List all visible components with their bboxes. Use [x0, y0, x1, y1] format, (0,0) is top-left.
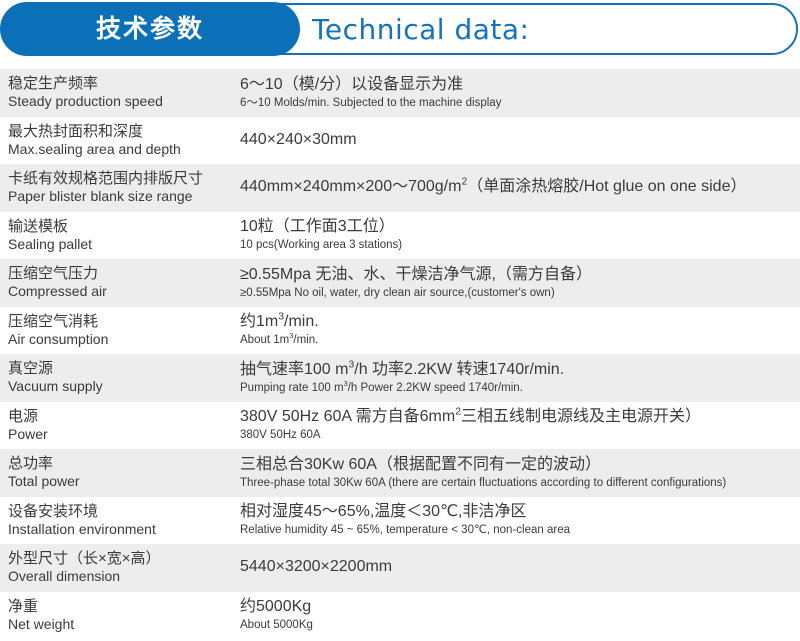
spec-label-cell: 净重 Net weight: [0, 597, 232, 634]
spec-label-cn: 真空源: [8, 360, 54, 378]
spec-value-cell: 三相总合30Kw 60A（根据配置不同有一定的波动） Three-phase to…: [232, 455, 800, 491]
spec-value-cn: 440mm×240mm×200～700g/m2（单面涂热熔胶/Hot glue …: [240, 177, 747, 196]
spec-label-en: Vacuum supply: [8, 378, 103, 395]
spec-label-cell: 电源 Power: [0, 407, 232, 444]
technical-data-header: 技术参数 Technical data:: [0, 0, 800, 58]
spec-value-cn: 约5000Kg: [240, 598, 312, 616]
spec-value-cell: ≥0.55Mpa 无油、水、干燥洁净气源,（需方自备） ≥0.55Mpa No o…: [232, 265, 800, 301]
spec-label-cell: 设备安装环境 Installation environment: [0, 502, 232, 539]
specifications-table: 稳定生产频率 Steady production speed 6～10（模/分）以设…: [0, 69, 800, 639]
spec-value-cn: 三相总合30Kw 60A（根据配置不同有一定的波动）: [240, 455, 601, 473]
table-row: 输送模板 Sealing pallet 10粒（工作面3工位） 10 pcs(Work…: [0, 211, 800, 259]
spec-label-cell: 稳定生产频率 Steady production speed: [0, 74, 232, 111]
table-row: 最大热封面积和深度 Max.sealing area and depth 440×2…: [0, 116, 800, 164]
spec-label-cn: 压缩空气压力: [8, 265, 99, 283]
table-row: 压缩空气压力 Compressed air ≥0.55Mpa 无油、水、干燥洁净气源…: [0, 259, 800, 307]
spec-value-cn: 5440×3200×2200mm: [240, 558, 393, 576]
spec-value-cell: 10粒（工作面3工位） 10 pcs(Working area 3 station…: [232, 217, 800, 253]
spec-value-cell: 相对湿度45～65%,温度＜30℃,非洁净区 Relative humidity …: [232, 502, 800, 538]
spec-label-cn: 输送模板: [8, 217, 69, 235]
spec-label-en: Net weight: [8, 615, 75, 632]
spec-value-cell: 约5000Kg About 5000Kg: [232, 597, 800, 633]
spec-label-cn: 设备安装环境: [8, 502, 99, 520]
spec-label-cell: 真空源 Vacuum supply: [0, 359, 232, 396]
spec-value-en: About 5000Kg: [240, 619, 313, 632]
spec-label-en: Compressed air: [8, 283, 107, 300]
spec-value-cn: 440×240×30mm: [240, 130, 357, 148]
spec-label-en: Installation environment: [8, 520, 156, 537]
spec-value-cell: 6～10（模/分）以设备显示为准 6～10 Molds/min. Subjecte…: [232, 75, 800, 111]
spec-value-cell: 5440×3200×2200mm: [232, 557, 800, 578]
table-row: 卡纸有效规格范围内排版尺寸 Paper blister blank size ra…: [0, 164, 800, 212]
table-row: 设备安装环境 Installation environment 相对湿度45～65%…: [0, 496, 800, 544]
spec-label-en: Total power: [8, 473, 80, 490]
spec-label-en: Overall dimension: [8, 568, 121, 585]
spec-label-en: Sealing pallet: [8, 235, 93, 252]
spec-label-cell: 卡纸有效规格范围内排版尺寸 Paper blister blank size ra…: [0, 169, 232, 206]
spec-value-cell: 380V 50Hz 60A 需方自备6mm2三相五线制电源线及主电源开关） 380…: [232, 407, 800, 443]
spec-label-cn: 卡纸有效规格范围内排版尺寸: [8, 170, 204, 188]
spec-value-en: Relative humidity 45 ~ 65%, temperature …: [240, 524, 570, 537]
spec-label-cell: 总功率 Total power: [0, 454, 232, 491]
spec-label-cn: 最大热封面积和深度: [8, 122, 144, 140]
spec-value-cn: 380V 50Hz 60A 需方自备6mm2三相五线制电源线及主电源开关）: [240, 407, 701, 426]
spec-label-cn: 净重: [8, 597, 39, 615]
spec-value-cn: 约1m3/min.: [240, 312, 319, 331]
spec-value-cn: 10粒（工作面3工位）: [240, 218, 395, 236]
spec-value-en: ≥0.55Mpa No oil, water, dry clean air so…: [240, 286, 555, 299]
spec-value-en: Pumping rate 100 m3/h Power 2.2KW speed …: [240, 378, 523, 394]
spec-label-cell: 压缩空气压力 Compressed air: [0, 264, 232, 301]
spec-value-cn: 抽气速率100 m3/h 功率2.2KW 转速1740r/min.: [240, 359, 565, 378]
spec-label-cn: 电源: [8, 407, 39, 425]
spec-value-cn: 6～10（模/分）以设备显示为准: [240, 75, 464, 93]
spec-label-en: Power: [8, 425, 48, 442]
table-row: 压缩空气消耗 Air consumption 约1m3/min. About 1m3/…: [0, 306, 800, 354]
spec-label-cn: 总功率: [8, 455, 54, 473]
spec-value-cn: ≥0.55Mpa 无油、水、干燥洁净气源,（需方自备）: [240, 265, 592, 283]
spec-label-en: Paper blister blank size range: [8, 188, 193, 205]
spec-value-en: 10 pcs(Working area 3 stations): [240, 239, 403, 252]
spec-label-cn: 稳定生产频率: [8, 75, 99, 93]
table-row: 稳定生产频率 Steady production speed 6～10（模/分）以设…: [0, 69, 800, 117]
spec-value-en: Three-phase total 30Kw 60A (there are ce…: [240, 476, 727, 489]
page-title: Technical data:: [312, 12, 530, 46]
table-row: 总功率 Total power 三相总合30Kw 60A（根据配置不同有一定的波动）…: [0, 449, 800, 497]
spec-value-en: 380V 50Hz 60A: [240, 429, 321, 442]
spec-label-cell: 压缩空气消耗 Air consumption: [0, 312, 232, 349]
spec-label-cell: 外型尺寸（长×宽×高） Overall dimension: [0, 549, 232, 586]
spec-value-cell: 440mm×240mm×200～700g/m2（单面涂热熔胶/Hot glue …: [232, 177, 800, 198]
header-badge: 技术参数: [0, 2, 300, 56]
table-row: 真空源 Vacuum supply 抽气速率100 m3/h 功率2.2KW 转速1…: [0, 354, 800, 402]
spec-value-cn: 相对湿度45～65%,温度＜30℃,非洁净区: [240, 503, 527, 521]
spec-value-cell: 抽气速率100 m3/h 功率2.2KW 转速1740r/min. Pumping…: [232, 360, 800, 396]
spec-value-en: 6～10 Molds/min. Subjected to the machine…: [240, 96, 502, 109]
spec-label-en: Air consumption: [8, 330, 109, 347]
spec-label-cn: 压缩空气消耗: [8, 312, 99, 330]
spec-label-cell: 输送模板 Sealing pallet: [0, 217, 232, 254]
spec-label-cn: 外型尺寸（长×宽×高）: [8, 550, 161, 568]
header-badge-label: 技术参数: [95, 14, 204, 43]
spec-value-cell: 约1m3/min. About 1m3/min.: [232, 312, 800, 348]
spec-value-en: About 1m3/min.: [240, 331, 319, 347]
spec-label-en: Steady production speed: [8, 93, 163, 110]
spec-value-cell: 440×240×30mm: [232, 130, 800, 151]
spec-label-cell: 最大热封面积和深度 Max.sealing area and depth: [0, 122, 232, 159]
table-row: 电源 Power 380V 50Hz 60A 需方自备6mm2三相五线制电源线及主电…: [0, 401, 800, 449]
spec-label-en: Max.sealing area and depth: [8, 140, 181, 157]
table-row: 外型尺寸（长×宽×高） Overall dimension 5440×3200×22…: [0, 544, 800, 592]
table-row: 净重 Net weight 约5000Kg About 5000Kg: [0, 591, 800, 639]
